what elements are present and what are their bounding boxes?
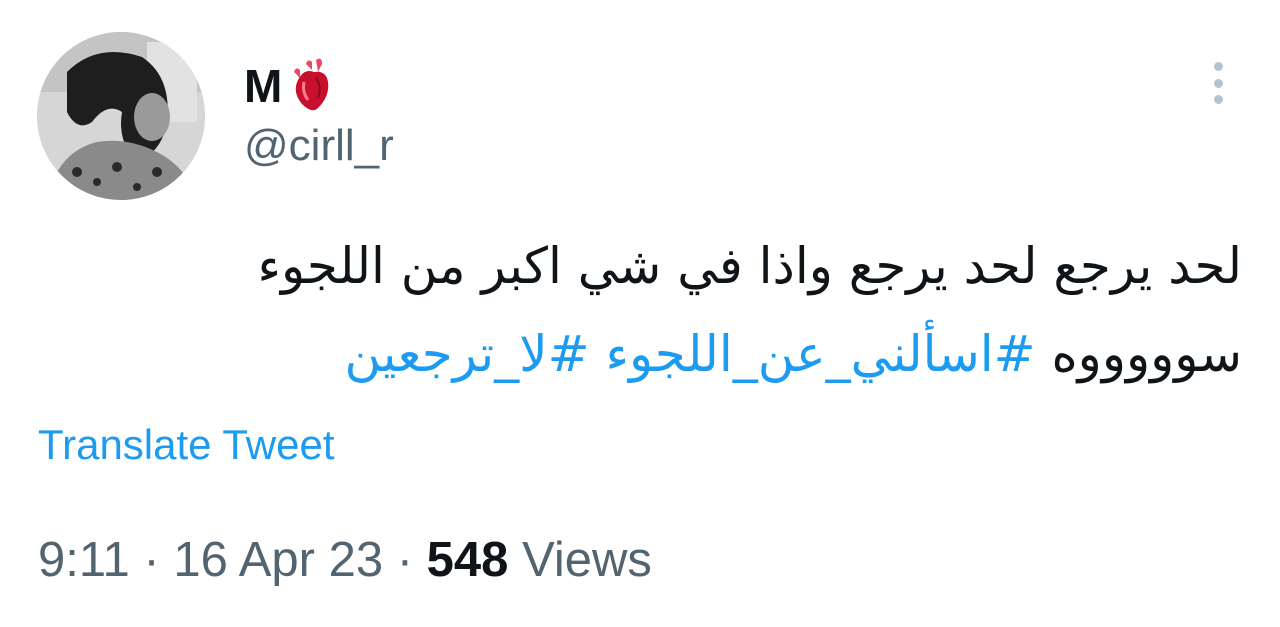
more-dot <box>1213 78 1223 88</box>
meta-separator: · <box>143 533 160 587</box>
tweet-text-line-1: لحد يرجع لحد يرجع واذا في شي اكبر من الل… <box>257 237 1242 295</box>
author-handle[interactable]: @cirll_r <box>244 124 394 168</box>
tweet-card: M @cirll_r لحد يرجع لحد يرجع واذا في شي … <box>0 0 1280 627</box>
tweet-date[interactable]: 16 Apr 23 <box>173 533 383 587</box>
views-count: 548 <box>426 533 509 587</box>
translate-tweet-link[interactable]: Translate Tweet <box>38 424 334 466</box>
tweet-text-word: سوووووه <box>1051 325 1242 383</box>
display-name[interactable]: M <box>244 63 282 109</box>
tweet-time[interactable]: 9:11 <box>38 533 130 587</box>
anatomical-heart-icon <box>288 56 336 116</box>
more-dot <box>1213 62 1223 71</box>
hashtag-link[interactable]: #اسألني_عن_اللجوء <box>605 325 1035 383</box>
tweet-text: لحد يرجع لحد يرجع واذا في شي اكبر من الل… <box>120 222 1242 398</box>
tweet-text-line-2: سوووووه #اسألني_عن_اللجوء #لا_ترجعين <box>120 310 1242 398</box>
more-dot <box>1213 95 1223 104</box>
more-vertical-icon[interactable] <box>1196 58 1240 108</box>
author-name-row[interactable]: M <box>244 54 336 118</box>
hashtag-link[interactable]: #لا_ترجعين <box>344 325 589 383</box>
avatar-image <box>37 32 205 200</box>
views-label: Views <box>522 533 652 587</box>
tweet-meta: 9:11 · 16 Apr 23 · 548 Views <box>38 536 652 585</box>
avatar[interactable] <box>37 32 205 200</box>
meta-separator: · <box>396 533 414 587</box>
